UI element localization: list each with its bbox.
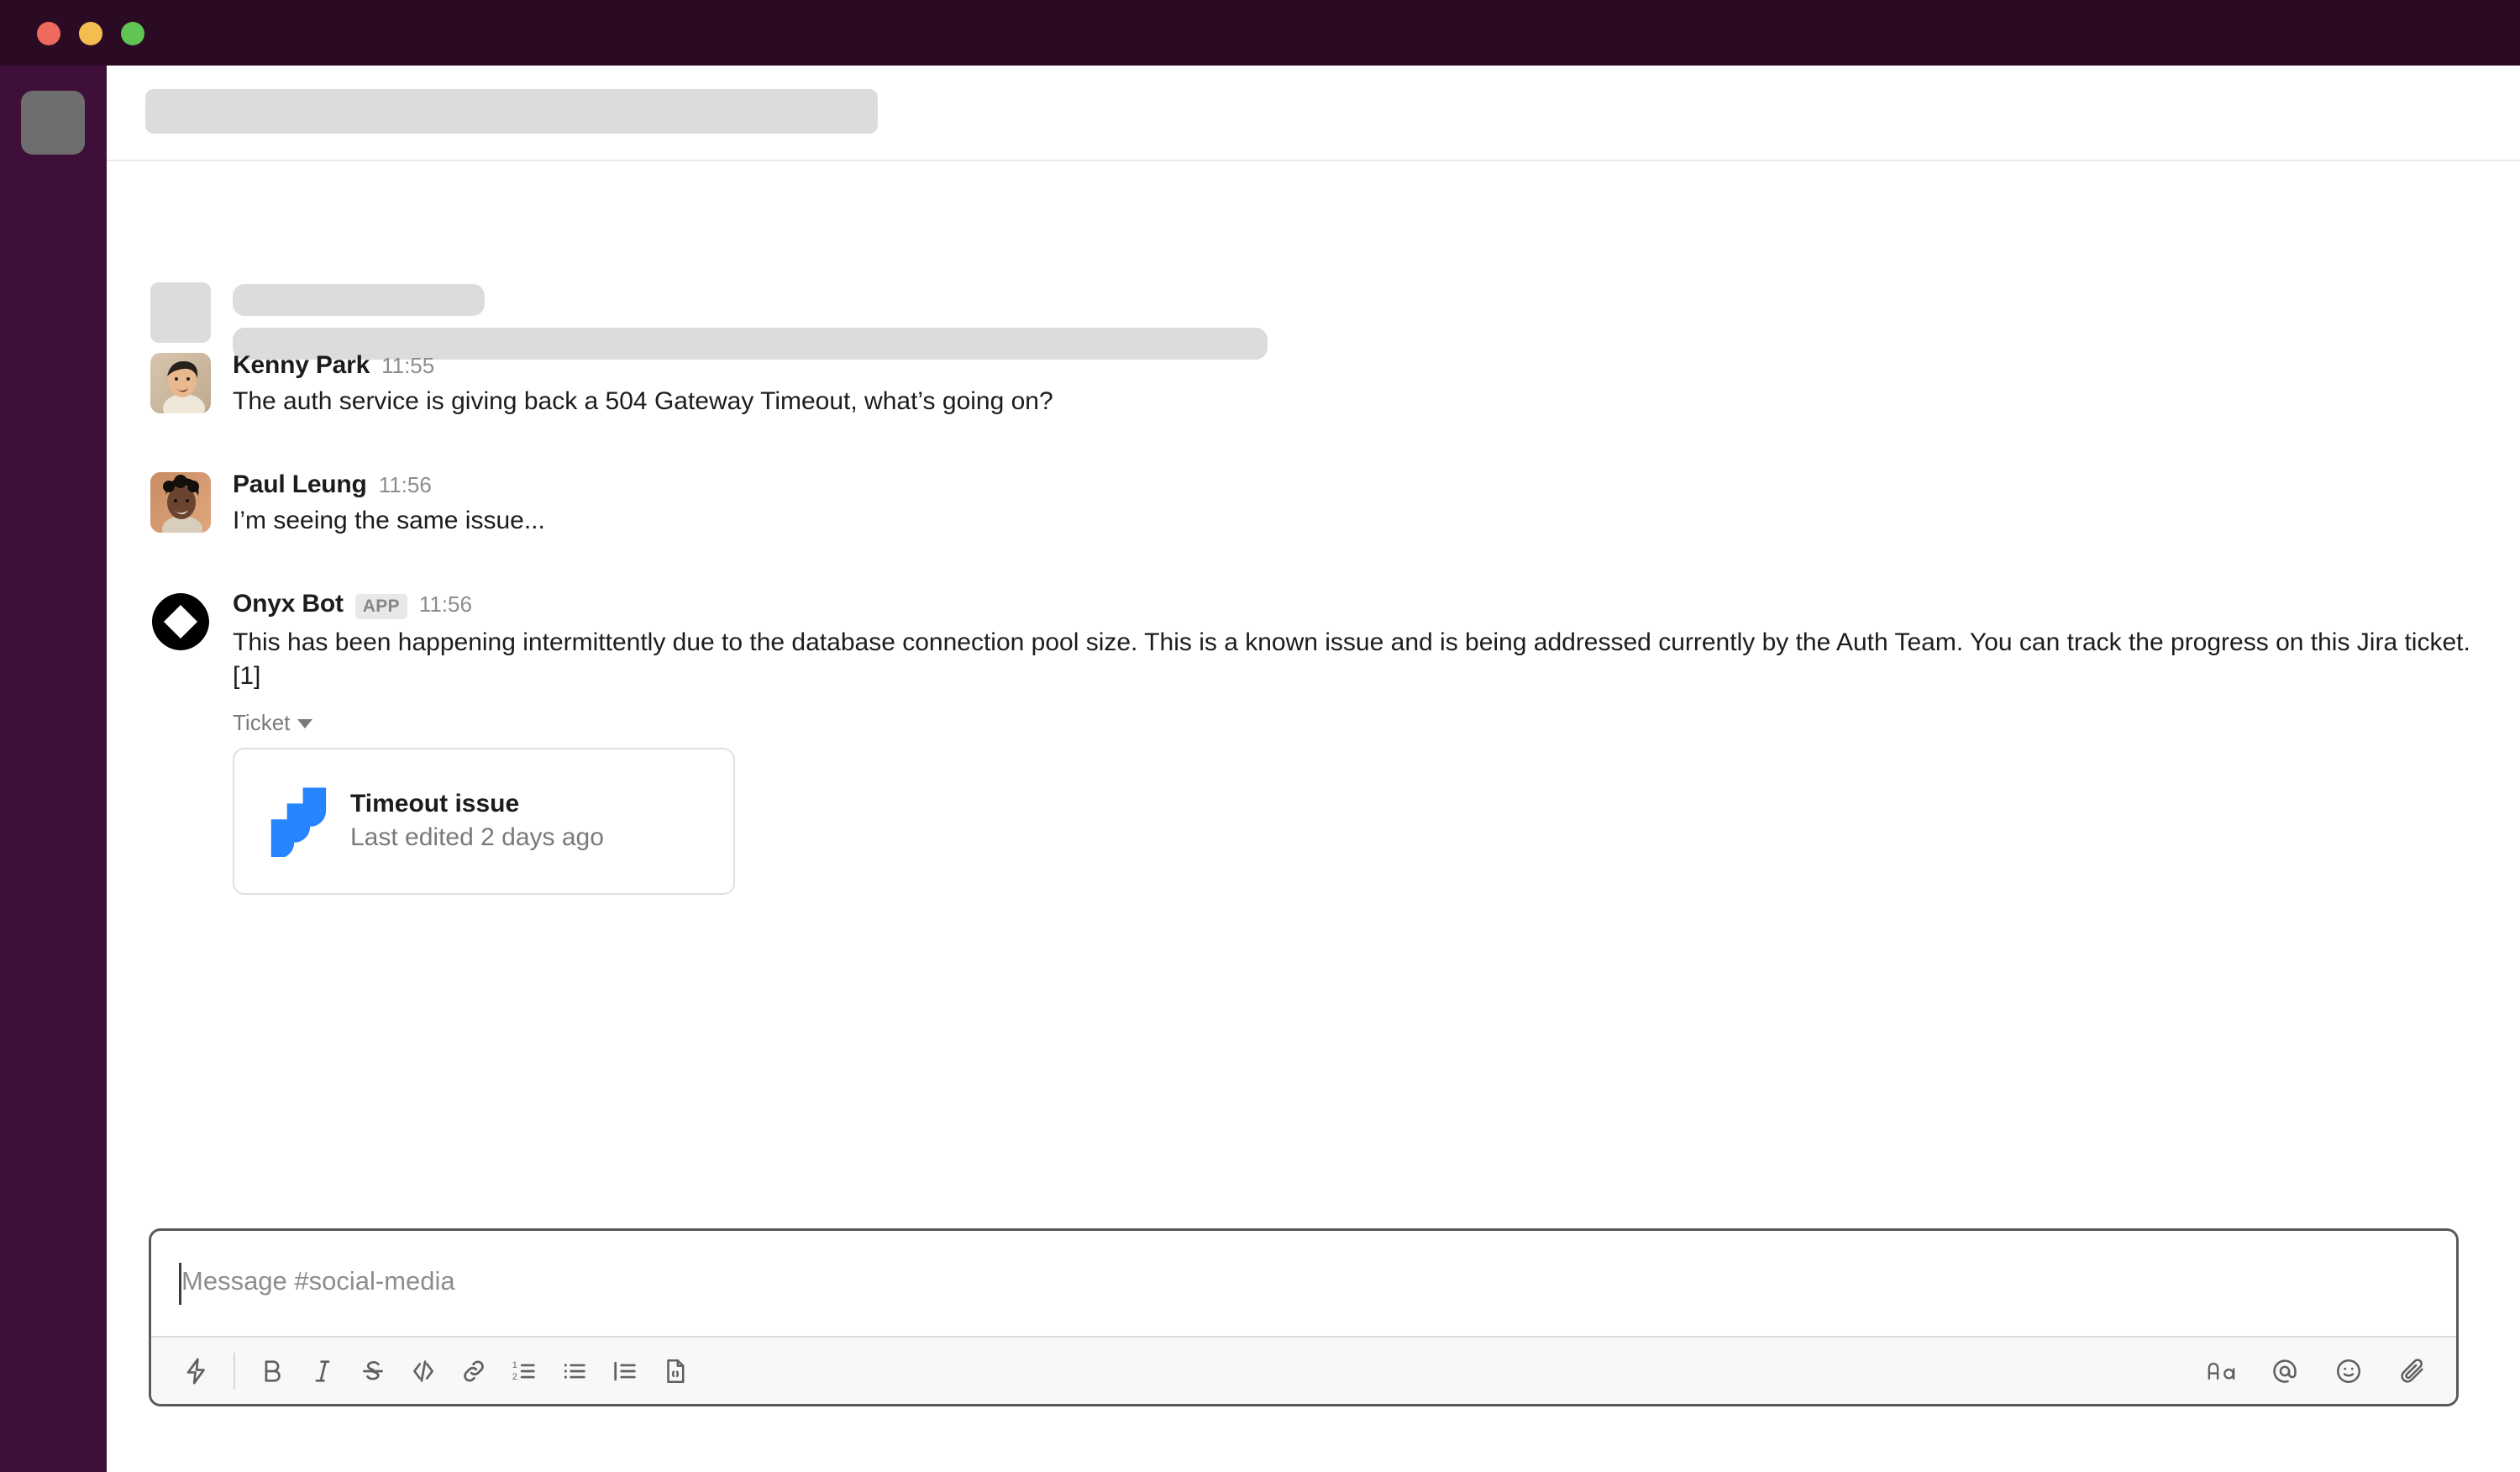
workspace-avatar[interactable] <box>21 91 85 155</box>
message-timestamp[interactable]: 11:56 <box>419 593 472 615</box>
window-titlebar <box>0 0 2520 66</box>
text-cursor <box>179 1263 181 1305</box>
message-list: Kenny Park 11:55 The auth service is giv… <box>107 161 2520 1220</box>
workspace-rail <box>0 66 107 1472</box>
italic-icon[interactable] <box>297 1347 348 1396</box>
message-author[interactable]: Kenny Park <box>233 353 370 378</box>
code-block-icon[interactable] <box>650 1347 701 1396</box>
channel-title-placeholder <box>145 89 878 134</box>
message-header: Paul Leung 11:56 <box>233 472 2494 497</box>
message-body: Kenny Park 11:55 The auth service is giv… <box>233 353 2494 418</box>
avatar[interactable] <box>150 472 211 533</box>
ordered-list-icon[interactable]: 1 2 <box>499 1347 549 1396</box>
toolbar-divider <box>234 1352 235 1390</box>
attachment-toggle[interactable]: Ticket <box>233 709 313 736</box>
ticket-title: Timeout issue <box>350 790 520 818</box>
message-item: Kenny Park 11:55 The auth service is giv… <box>150 353 2494 418</box>
message-text: I’m seeing the same issue... <box>233 507 545 534</box>
message-author[interactable]: Onyx Bot <box>233 591 344 617</box>
slack-window: Kenny Park 11:55 The auth service is giv… <box>0 0 2520 1472</box>
message-item-bot: Onyx Bot APP 11:56 This has been happeni… <box>150 591 2494 895</box>
avatar[interactable] <box>150 591 211 652</box>
jira-ticket-card[interactable]: Timeout issue Last edited 2 days ago <box>233 747 735 895</box>
message-header: Onyx Bot APP 11:56 <box>233 591 2494 619</box>
onyx-bot-logo-icon <box>152 593 209 650</box>
message-item: Paul Leung 11:56 I’m seeing the same iss… <box>150 472 2494 538</box>
composer-toolbar-right <box>2196 1347 2438 1396</box>
emoji-smiley-icon[interactable] <box>2323 1347 2374 1396</box>
message-composer: Message #social-media 1 2 <box>149 1228 2459 1406</box>
traffic-light-group <box>37 22 144 45</box>
svg-text:1: 1 <box>512 1359 517 1369</box>
composer-toolbar: 1 2 <box>151 1336 2456 1404</box>
message-header: Kenny Park 11:55 <box>233 353 2494 378</box>
message-body: Paul Leung 11:56 I’m seeing the same iss… <box>233 472 2494 538</box>
svg-text:2: 2 <box>512 1371 517 1381</box>
strikethrough-icon[interactable] <box>348 1347 398 1396</box>
minimize-window-button[interactable] <box>79 22 102 45</box>
skeleton-lines <box>233 282 1268 360</box>
message-author[interactable]: Paul Leung <box>233 472 367 497</box>
message-timestamp[interactable]: 11:55 <box>381 355 434 376</box>
message-timestamp[interactable]: 11:56 <box>379 474 432 496</box>
jira-icon <box>270 787 327 858</box>
blockquote-icon[interactable] <box>600 1347 650 1396</box>
chevron-down-icon <box>297 719 313 729</box>
zoom-window-button[interactable] <box>121 22 144 45</box>
message-text: This has been happening intermittently d… <box>233 628 2470 690</box>
composer-toolbar-left: 1 2 <box>171 1347 701 1396</box>
attachment-toggle-label: Ticket <box>233 709 291 735</box>
formatting-aa-icon[interactable] <box>2196 1347 2246 1396</box>
message-skeleton <box>150 282 1268 360</box>
avatar[interactable] <box>150 353 211 413</box>
skeleton-line-author <box>233 284 485 316</box>
code-icon[interactable] <box>398 1347 449 1396</box>
ticket-text: Timeout issue Last edited 2 days ago <box>350 790 604 852</box>
channel-header <box>107 66 2520 161</box>
message-input[interactable]: Message #social-media <box>151 1231 2456 1338</box>
message-text: The auth service is giving back a 504 Ga… <box>233 387 1053 415</box>
message-body: Onyx Bot APP 11:56 This has been happeni… <box>233 591 2494 895</box>
link-icon[interactable] <box>449 1347 499 1396</box>
attach-paperclip-icon[interactable] <box>2387 1347 2438 1396</box>
app-badge: APP <box>354 594 407 619</box>
bulleted-list-icon[interactable] <box>549 1347 600 1396</box>
paul-leung-avatar-icon <box>150 472 211 533</box>
skeleton-avatar <box>150 282 211 343</box>
message-input-placeholder: Message #social-media <box>181 1266 455 1296</box>
mention-at-icon[interactable] <box>2260 1347 2310 1396</box>
kenny-park-avatar-icon <box>150 353 211 413</box>
close-window-button[interactable] <box>37 22 60 45</box>
ticket-subtitle: Last edited 2 days ago <box>350 823 604 852</box>
shortcuts-lightning-icon[interactable] <box>171 1347 222 1396</box>
bold-icon[interactable] <box>247 1347 297 1396</box>
